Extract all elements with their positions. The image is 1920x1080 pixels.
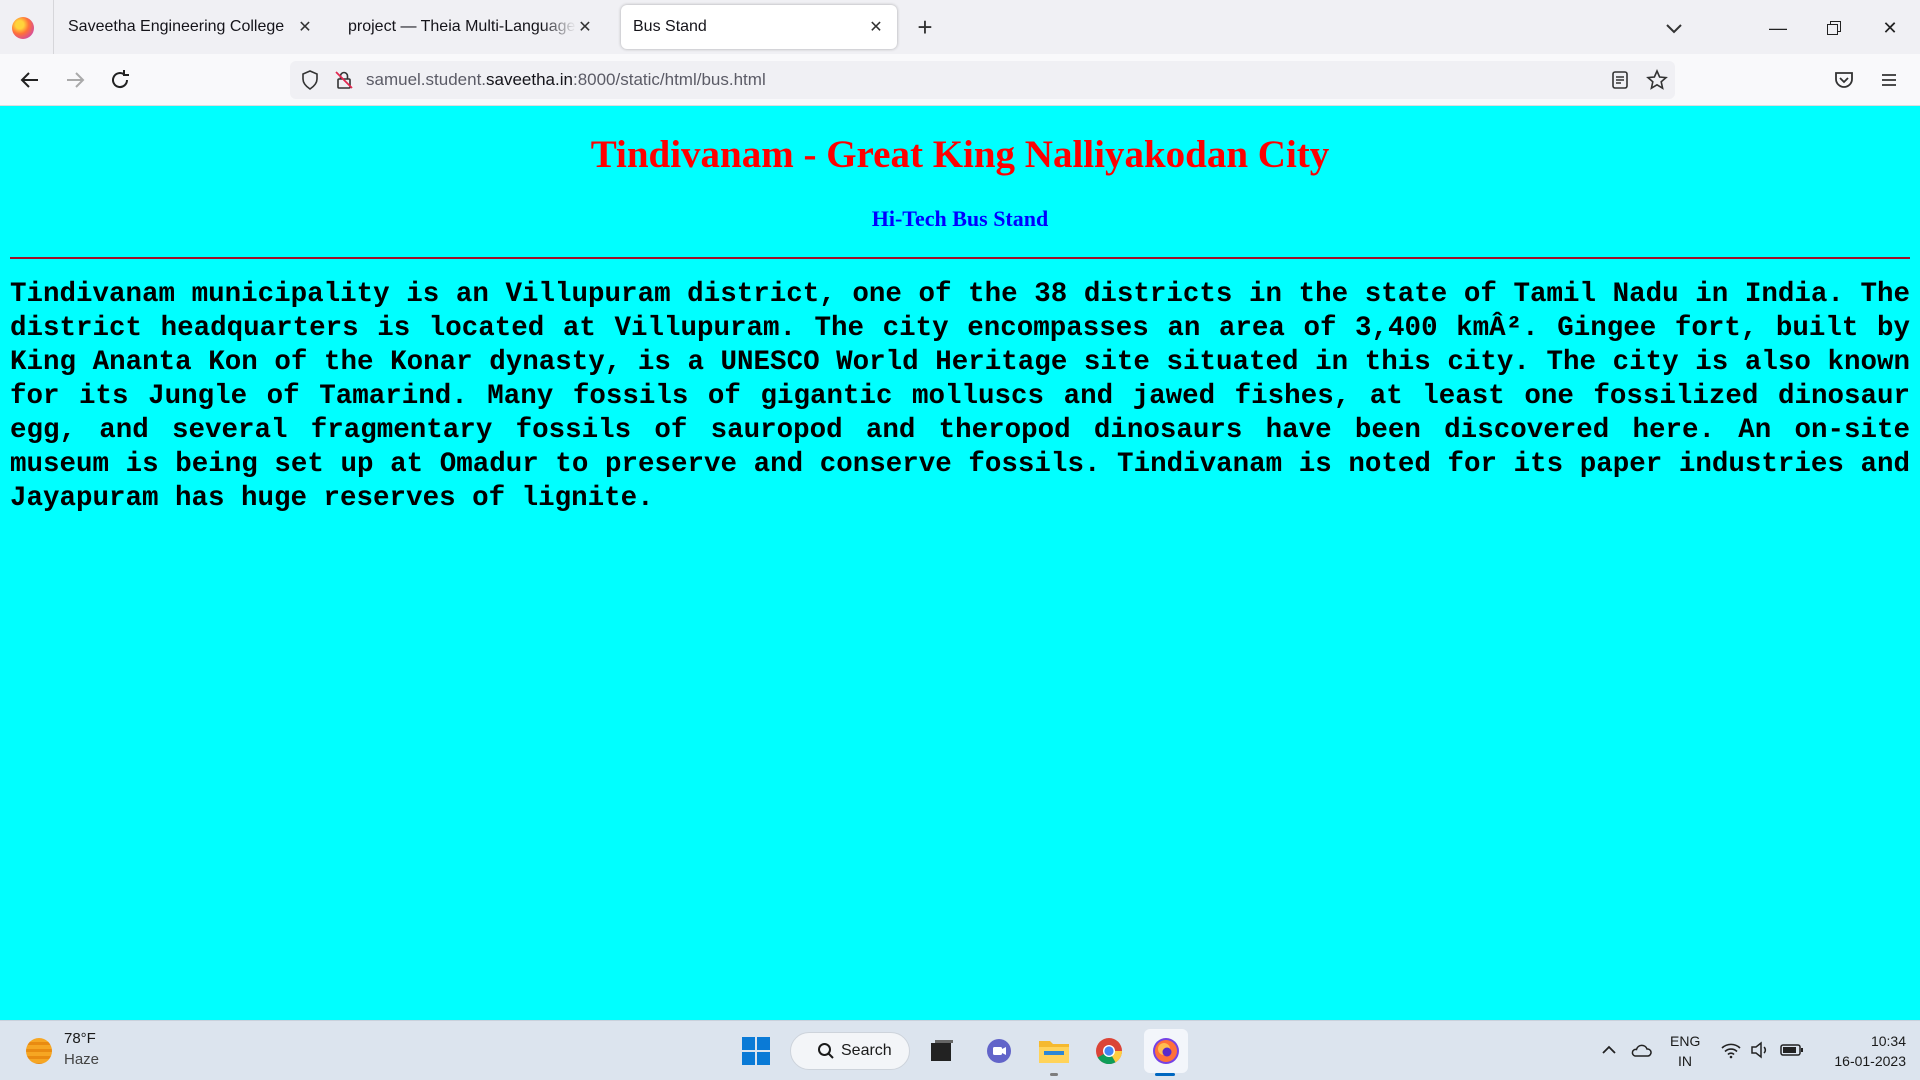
clock-date: 16-01-2023 [1834, 1053, 1906, 1069]
taskbar-search-button[interactable]: Search [790, 1032, 910, 1070]
back-arrow-icon[interactable] [16, 66, 44, 94]
list-all-tabs-chevron-icon[interactable] [1660, 14, 1688, 42]
firefox-active-indicator [1155, 1073, 1175, 1076]
firefox-icon[interactable] [1144, 1029, 1188, 1073]
insecure-lock-icon[interactable] [334, 70, 354, 95]
restore-icon[interactable] [1820, 14, 1848, 42]
navigation-toolbar: samuel.student.saveetha.in:8000/static/h… [0, 54, 1920, 106]
description-paragraph: Tindivanam municipality is an Villupuram… [10, 279, 1910, 514]
language-line-1: ENG [1670, 1033, 1701, 1049]
windows-start-icon[interactable] [738, 1033, 774, 1069]
search-icon [817, 1042, 835, 1060]
weather-temperature: 78°F [64, 1030, 96, 1047]
teams-chat-icon[interactable] [981, 1033, 1017, 1069]
show-hidden-icons-chevron-icon[interactable] [1600, 1041, 1618, 1063]
horizontal-rule [10, 257, 1910, 259]
bookmark-star-icon[interactable] [1646, 68, 1668, 96]
search-label: Search [841, 1042, 892, 1059]
address-bar[interactable]: samuel.student.saveetha.in:8000/static/h… [290, 61, 1675, 99]
tab-label: Bus Stand [633, 18, 707, 35]
shield-icon[interactable] [300, 70, 320, 95]
page-title: Tindivanam - Great King Nalliyakodan Cit… [590, 133, 1330, 176]
language-indicator[interactable]: ENG IN [1670, 1031, 1700, 1071]
file-explorer-icon[interactable] [1036, 1033, 1072, 1069]
tab-project-theia[interactable]: project — Theia Multi-Language Explorer … [336, 5, 606, 49]
reload-icon[interactable] [106, 66, 134, 94]
battery-icon[interactable] [1780, 1041, 1804, 1063]
firefox-menu-icon[interactable] [12, 17, 34, 39]
page-content: Tindivanam - Great King Nalliyakodan Cit… [0, 106, 1920, 1020]
hamburger-menu-icon[interactable] [1875, 66, 1903, 94]
chrome-icon[interactable] [1091, 1033, 1127, 1069]
file-explorer-indicator [1050, 1073, 1058, 1076]
onedrive-cloud-icon[interactable] [1630, 1041, 1652, 1063]
url-path: :8000/static/html/bus.html [572, 70, 766, 89]
tab-strip: Saveetha Engineering College ✕ project —… [0, 0, 1920, 54]
url-prefix: samuel.student. [366, 70, 487, 89]
taskbar: 78°F Haze Search ENG IN 10:34 16-01-2023 [0, 1020, 1920, 1080]
tab-label: Saveetha Engineering College [68, 18, 285, 35]
pocket-icon[interactable] [1830, 66, 1858, 94]
clock-time: 10:34 [1870, 1033, 1906, 1049]
close-icon[interactable]: ✕ [296, 17, 314, 37]
volume-icon[interactable] [1750, 1041, 1770, 1063]
tab-separator [53, 0, 54, 54]
page-subtitle: Hi-Tech Bus Stand [871, 206, 1049, 231]
forward-arrow-icon[interactable] [61, 66, 89, 94]
url-domain: saveetha.in [486, 70, 573, 89]
minimize-icon[interactable]: — [1764, 14, 1792, 42]
language-line-2: IN [1678, 1053, 1692, 1069]
close-window-icon[interactable]: ✕ [1876, 14, 1904, 42]
new-tab-plus-icon[interactable]: + [910, 10, 940, 44]
weather-condition: Haze [64, 1051, 100, 1068]
haze-weather-icon [26, 1038, 52, 1064]
tab-label: project — Theia Multi-Language Explorer [348, 18, 576, 35]
system-clock[interactable]: 10:34 16-01-2023 [1810, 1031, 1906, 1071]
task-view-icon[interactable] [924, 1033, 960, 1069]
close-icon[interactable]: ✕ [576, 17, 594, 37]
tab-saveetha[interactable]: Saveetha Engineering College ✕ [56, 5, 326, 49]
reader-view-icon[interactable] [1610, 70, 1630, 95]
close-icon[interactable]: ✕ [867, 17, 885, 37]
wifi-icon[interactable] [1720, 1041, 1742, 1063]
url-text[interactable]: samuel.student.saveetha.in:8000/static/h… [366, 70, 766, 90]
tab-bus-stand[interactable]: Bus Stand ✕ [621, 5, 897, 49]
